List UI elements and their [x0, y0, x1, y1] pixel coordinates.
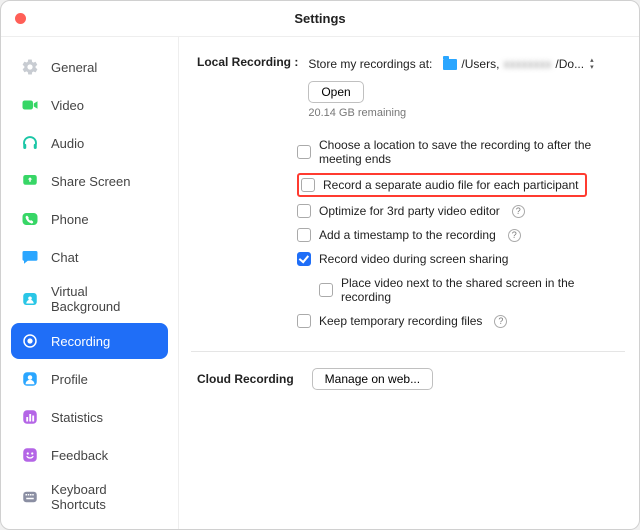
accessibility-icon [19, 528, 41, 529]
cloud-recording-section: Cloud Recording Manage on web... [197, 368, 625, 390]
virtual-background-icon [19, 288, 41, 310]
checkbox[interactable] [297, 204, 311, 218]
sidebar-item-label: Feedback [51, 448, 108, 463]
opt-keep-temp[interactable]: Keep temporary recording files ? [297, 309, 625, 333]
opt-choose-location[interactable]: Choose a location to save the recording … [297, 133, 625, 171]
sidebar-item-profile[interactable]: Profile [11, 361, 168, 397]
headphones-icon [19, 132, 41, 154]
chevron-updown-icon: ▴▾ [590, 58, 594, 71]
sidebar-item-label: Profile [51, 372, 88, 387]
option-label: Record a separate audio file for each pa… [323, 178, 579, 192]
option-label: Optimize for 3rd party video editor [319, 204, 500, 218]
record-icon [19, 330, 41, 352]
store-label: Store my recordings at: [308, 57, 432, 71]
statistics-icon [19, 406, 41, 428]
local-recording-options: Choose a location to save the recording … [297, 133, 625, 333]
option-label: Place video next to the shared screen in… [341, 276, 625, 304]
sidebar-item-label: Virtual Background [51, 284, 160, 314]
window-controls [15, 13, 26, 24]
video-icon [19, 94, 41, 116]
sidebar-item-keyboard-shortcuts[interactable]: Keyboard Shortcuts [11, 475, 168, 519]
checkbox[interactable] [297, 145, 311, 159]
manage-on-web-button[interactable]: Manage on web... [312, 368, 433, 390]
storage-remaining: 20.14 GB remaining [308, 107, 625, 119]
checkbox[interactable] [297, 314, 311, 328]
sidebar-item-accessibility[interactable]: Accessibility [11, 521, 168, 529]
sidebar-item-label: Audio [51, 136, 84, 151]
checkbox[interactable] [297, 252, 311, 266]
path-prefix: /Users, [461, 57, 499, 71]
option-label: Record video during screen sharing [319, 252, 508, 266]
sidebar-item-label: Phone [51, 212, 89, 227]
sidebar-item-label: General [51, 60, 97, 75]
sidebar-item-feedback[interactable]: Feedback [11, 437, 168, 473]
feedback-icon [19, 444, 41, 466]
sidebar-item-chat[interactable]: Chat [11, 239, 168, 275]
sidebar-item-label: Video [51, 98, 84, 113]
sidebar: General Video Audio Share Screen [1, 37, 179, 529]
highlight-box: Record a separate audio file for each pa… [297, 173, 587, 197]
sidebar-item-virtual-background[interactable]: Virtual Background [11, 277, 168, 321]
sidebar-item-phone[interactable]: Phone [11, 201, 168, 237]
path-suffix: /Do... [555, 57, 584, 71]
path-redacted: xxxxxxxx [503, 57, 551, 71]
sidebar-item-share-screen[interactable]: Share Screen [11, 163, 168, 199]
help-icon[interactable]: ? [512, 205, 525, 218]
sidebar-item-statistics[interactable]: Statistics [11, 399, 168, 435]
profile-icon [19, 368, 41, 390]
opt-timestamp[interactable]: Add a timestamp to the recording ? [297, 223, 625, 247]
store-location-row: Store my recordings at: /Users,xxxxxxxx/… [308, 55, 625, 103]
checkbox[interactable] [319, 283, 333, 297]
main-panel: Local Recording : Store my recordings at… [179, 37, 639, 529]
opt-optimize[interactable]: Optimize for 3rd party video editor ? [297, 199, 625, 223]
help-icon[interactable]: ? [508, 229, 521, 242]
option-label: Add a timestamp to the recording [319, 228, 496, 242]
recording-path-select[interactable]: /Users, xxxxxxxx/Do... ▴▾ [440, 55, 596, 73]
titlebar: Settings [1, 1, 639, 37]
phone-icon [19, 208, 41, 230]
keyboard-icon [19, 486, 41, 508]
sidebar-item-label: Recording [51, 334, 110, 349]
local-recording-section: Local Recording : Store my recordings at… [197, 55, 625, 119]
window-title: Settings [294, 11, 345, 26]
chat-icon [19, 246, 41, 268]
cloud-recording-label: Cloud Recording [197, 372, 294, 386]
opt-record-screen[interactable]: Record video during screen sharing [297, 247, 625, 271]
checkbox[interactable] [301, 178, 315, 192]
option-label: Choose a location to save the recording … [319, 138, 625, 166]
sidebar-item-label: Share Screen [51, 174, 131, 189]
share-screen-icon [19, 170, 41, 192]
opt-place-video[interactable]: Place video next to the shared screen in… [319, 271, 625, 309]
local-recording-label: Local Recording : [197, 55, 298, 69]
sidebar-item-recording[interactable]: Recording [11, 323, 168, 359]
sidebar-item-general[interactable]: General [11, 49, 168, 85]
sidebar-item-video[interactable]: Video [11, 87, 168, 123]
sidebar-item-label: Chat [51, 250, 78, 265]
gear-icon [19, 56, 41, 78]
sidebar-item-audio[interactable]: Audio [11, 125, 168, 161]
folder-icon [443, 59, 457, 70]
option-label: Keep temporary recording files [319, 314, 482, 328]
close-window-button[interactable] [15, 13, 26, 24]
opt-separate-audio-highlight: Record a separate audio file for each pa… [297, 171, 625, 199]
window-body: General Video Audio Share Screen [1, 37, 639, 529]
section-divider [191, 351, 625, 352]
sidebar-item-label: Statistics [51, 410, 103, 425]
help-icon[interactable]: ? [494, 315, 507, 328]
open-folder-button[interactable]: Open [308, 81, 363, 103]
checkbox[interactable] [297, 228, 311, 242]
settings-window: Settings General Video Audio [0, 0, 640, 530]
sidebar-item-label: Keyboard Shortcuts [51, 482, 160, 512]
